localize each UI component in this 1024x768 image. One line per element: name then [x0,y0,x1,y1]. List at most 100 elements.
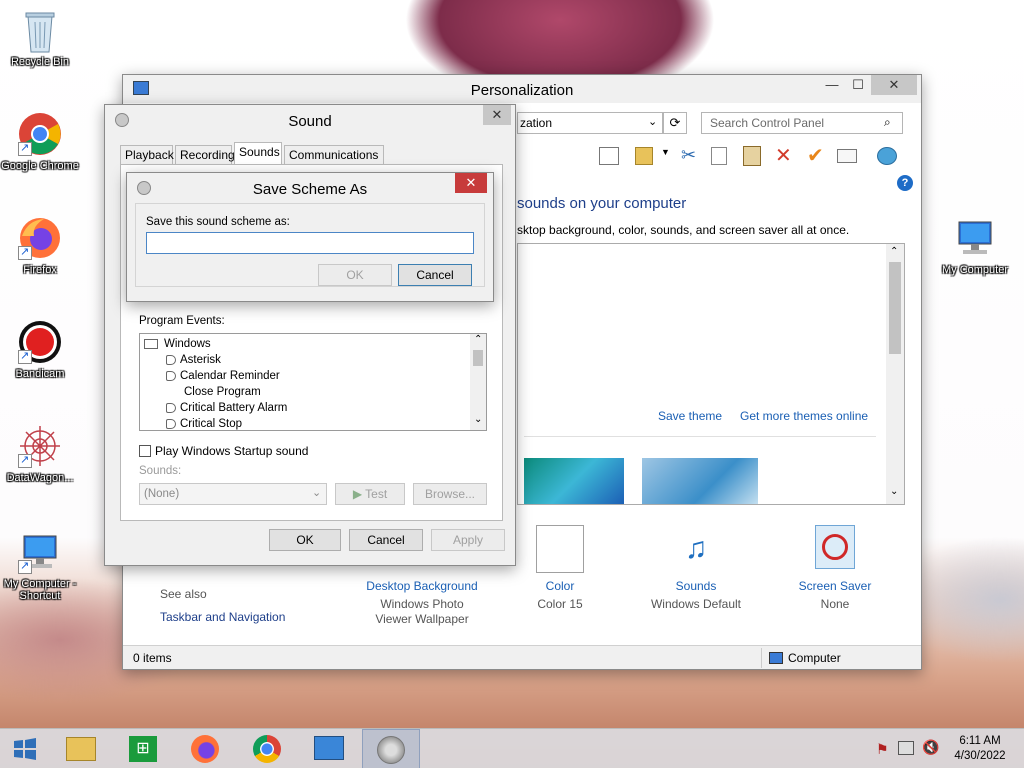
list-item[interactable]: Critical Stop [166,416,242,430]
desktop-icon-datawagon[interactable]: DataWagon... [0,424,80,484]
store-icon: ⊞ [129,736,157,762]
desktop-icon-firefox[interactable]: Firefox [0,216,80,276]
delete-icon[interactable]: ✕ [775,143,792,168]
cancel-button[interactable]: Cancel [398,264,472,286]
desktop-icon-my-computer-shortcut[interactable]: My Computer - Shortcut [0,530,80,602]
program-events-list[interactable]: Windows Asterisk Calendar Reminder Close… [139,333,487,431]
tab-communications[interactable]: Communications [284,145,384,165]
save-theme-link[interactable]: Save theme [658,409,722,423]
scroll-up-icon[interactable]: ⌃ [474,334,482,345]
sounds-select[interactable]: (None) ⌄ [139,483,327,505]
desktop-icon-label: My Computer - Shortcut [3,578,77,602]
start-button[interactable] [0,729,50,768]
copy-icon[interactable] [711,147,727,165]
cancel-button[interactable]: Cancel [349,529,423,551]
list-item[interactable]: Asterisk [166,352,221,368]
desktop-icon-label: Google Chrome [1,160,79,172]
test-button[interactable]: ▶ Test [335,483,405,505]
ok-button[interactable]: OK [318,264,392,286]
scroll-up-icon[interactable]: ⌃ [890,246,898,257]
screen-saver-icon [815,525,855,569]
address-bar[interactable]: zation ⌄ [517,112,663,134]
speaker-icon [166,370,176,381]
save-scheme-titlebar[interactable]: Save Scheme As ✕ [127,173,493,203]
taskbar-navigation-link[interactable]: Taskbar and Navigation [160,610,285,624]
chevron-down-icon[interactable]: ⌄ [312,486,321,499]
list-item[interactable]: Calendar Reminder [166,368,280,384]
checkmark-icon[interactable]: ✔ [807,143,824,168]
help-icon[interactable]: ? [897,175,913,191]
scroll-thumb[interactable] [473,350,483,366]
taskbar-firefox[interactable] [176,729,234,768]
scheme-name-input[interactable] [146,232,474,254]
taskbar-store[interactable]: ⊞ [114,729,172,768]
action-center-flag-icon[interactable]: ⚑ [876,741,889,758]
taskbar-chrome[interactable] [238,729,296,768]
list-item[interactable]: Windows [144,336,211,352]
tab-recording[interactable]: Recording [175,145,235,165]
recycle-bin-icon [18,8,62,53]
scroll-down-icon[interactable]: ⌄ [890,486,898,497]
themes-scrollbar[interactable]: ⌃ ⌄ [886,244,904,504]
desktop-icon-bandicam[interactable]: Bandicam [0,320,80,380]
view-pane-icon[interactable] [599,147,619,165]
properties-icon[interactable] [837,149,857,163]
theme-thumbnail[interactable] [524,458,624,504]
desktop-icon-recycle-bin[interactable]: Recycle Bin [0,8,80,68]
sounds-item[interactable]: ♫ Sounds Windows Default [643,525,749,611]
list-item[interactable]: Critical Battery Alarm [166,400,287,416]
screen-saver-item[interactable]: Screen Saver None [783,525,887,611]
startup-sound-checkbox[interactable]: Play Windows Startup sound [139,443,308,458]
theme-thumbnail[interactable] [642,458,758,504]
personalization-titlebar[interactable]: Personalization — ☐ ✕ [123,75,921,103]
get-more-themes-link[interactable]: Get more themes online [740,409,868,423]
close-button[interactable]: ✕ [871,75,917,95]
desktop-icon-label: My Computer [941,264,1009,276]
close-button[interactable]: ✕ [483,105,511,125]
events-scrollbar[interactable]: ⌃ ⌄ [470,334,486,430]
desktop-icon-label: DataWagon... [6,472,74,484]
search-box[interactable]: Search Control Panel ⌕ [701,112,903,134]
folder-icon[interactable] [635,147,653,165]
taskbar-file-explorer[interactable] [52,729,110,768]
tab-playback[interactable]: Playback [120,145,174,165]
datawagon-icon [18,424,62,468]
volume-muted-icon[interactable]: 🔇 [922,739,939,756]
color-item[interactable]: Color Color 15 [517,525,603,611]
tab-sounds[interactable]: Sounds [234,142,282,165]
sound-titlebar[interactable]: Sound ✕ [105,105,515,135]
list-item[interactable]: Close Program [184,384,261,400]
scroll-thumb[interactable] [889,262,901,354]
search-icon[interactable]: ⌕ [884,115,891,130]
taskbar-sound[interactable] [362,729,420,768]
scroll-down-icon[interactable]: ⌄ [474,414,482,425]
cut-icon[interactable]: ✂ [681,145,696,166]
screen-saver-sub: None [820,597,850,611]
taskbar-control-panel[interactable] [300,729,358,768]
color-sub: Color 15 [537,597,583,611]
maximize-button[interactable]: ☐ [845,75,871,95]
close-button[interactable]: ✕ [455,173,487,193]
taskbar-clock[interactable]: 6:11 AM 4/30/2022 [946,734,1014,764]
search-input[interactable]: Search Control Panel [710,116,824,130]
ok-button[interactable]: OK [269,529,341,551]
desktop-icon-google-chrome[interactable]: Google Chrome [0,112,80,172]
shortcut-arrow-icon [18,245,32,260]
chevron-down-icon[interactable]: ▼ [661,147,670,157]
browse-button[interactable]: Browse... [413,483,487,505]
status-computer: Computer [788,651,841,665]
desktop-icon-my-computer[interactable]: My Computer [935,216,1015,276]
minimize-button[interactable]: — [819,75,845,95]
paste-icon[interactable] [743,146,761,166]
globe-icon[interactable] [877,147,897,165]
chevron-down-icon[interactable]: ⌄ [648,115,657,128]
save-scheme-title: Save Scheme As [252,181,368,198]
network-icon[interactable] [898,741,914,755]
bandicam-icon [18,320,62,364]
event-label: Critical Battery Alarm [180,402,288,414]
themes-list[interactable]: ⌃ ⌄ Save theme Get more themes online [517,243,905,505]
refresh-button[interactable]: ⟳ [663,112,687,134]
apply-button[interactable]: Apply [431,529,505,551]
checkbox-box[interactable] [139,444,151,457]
startup-label: Play Windows Startup sound [155,443,309,458]
